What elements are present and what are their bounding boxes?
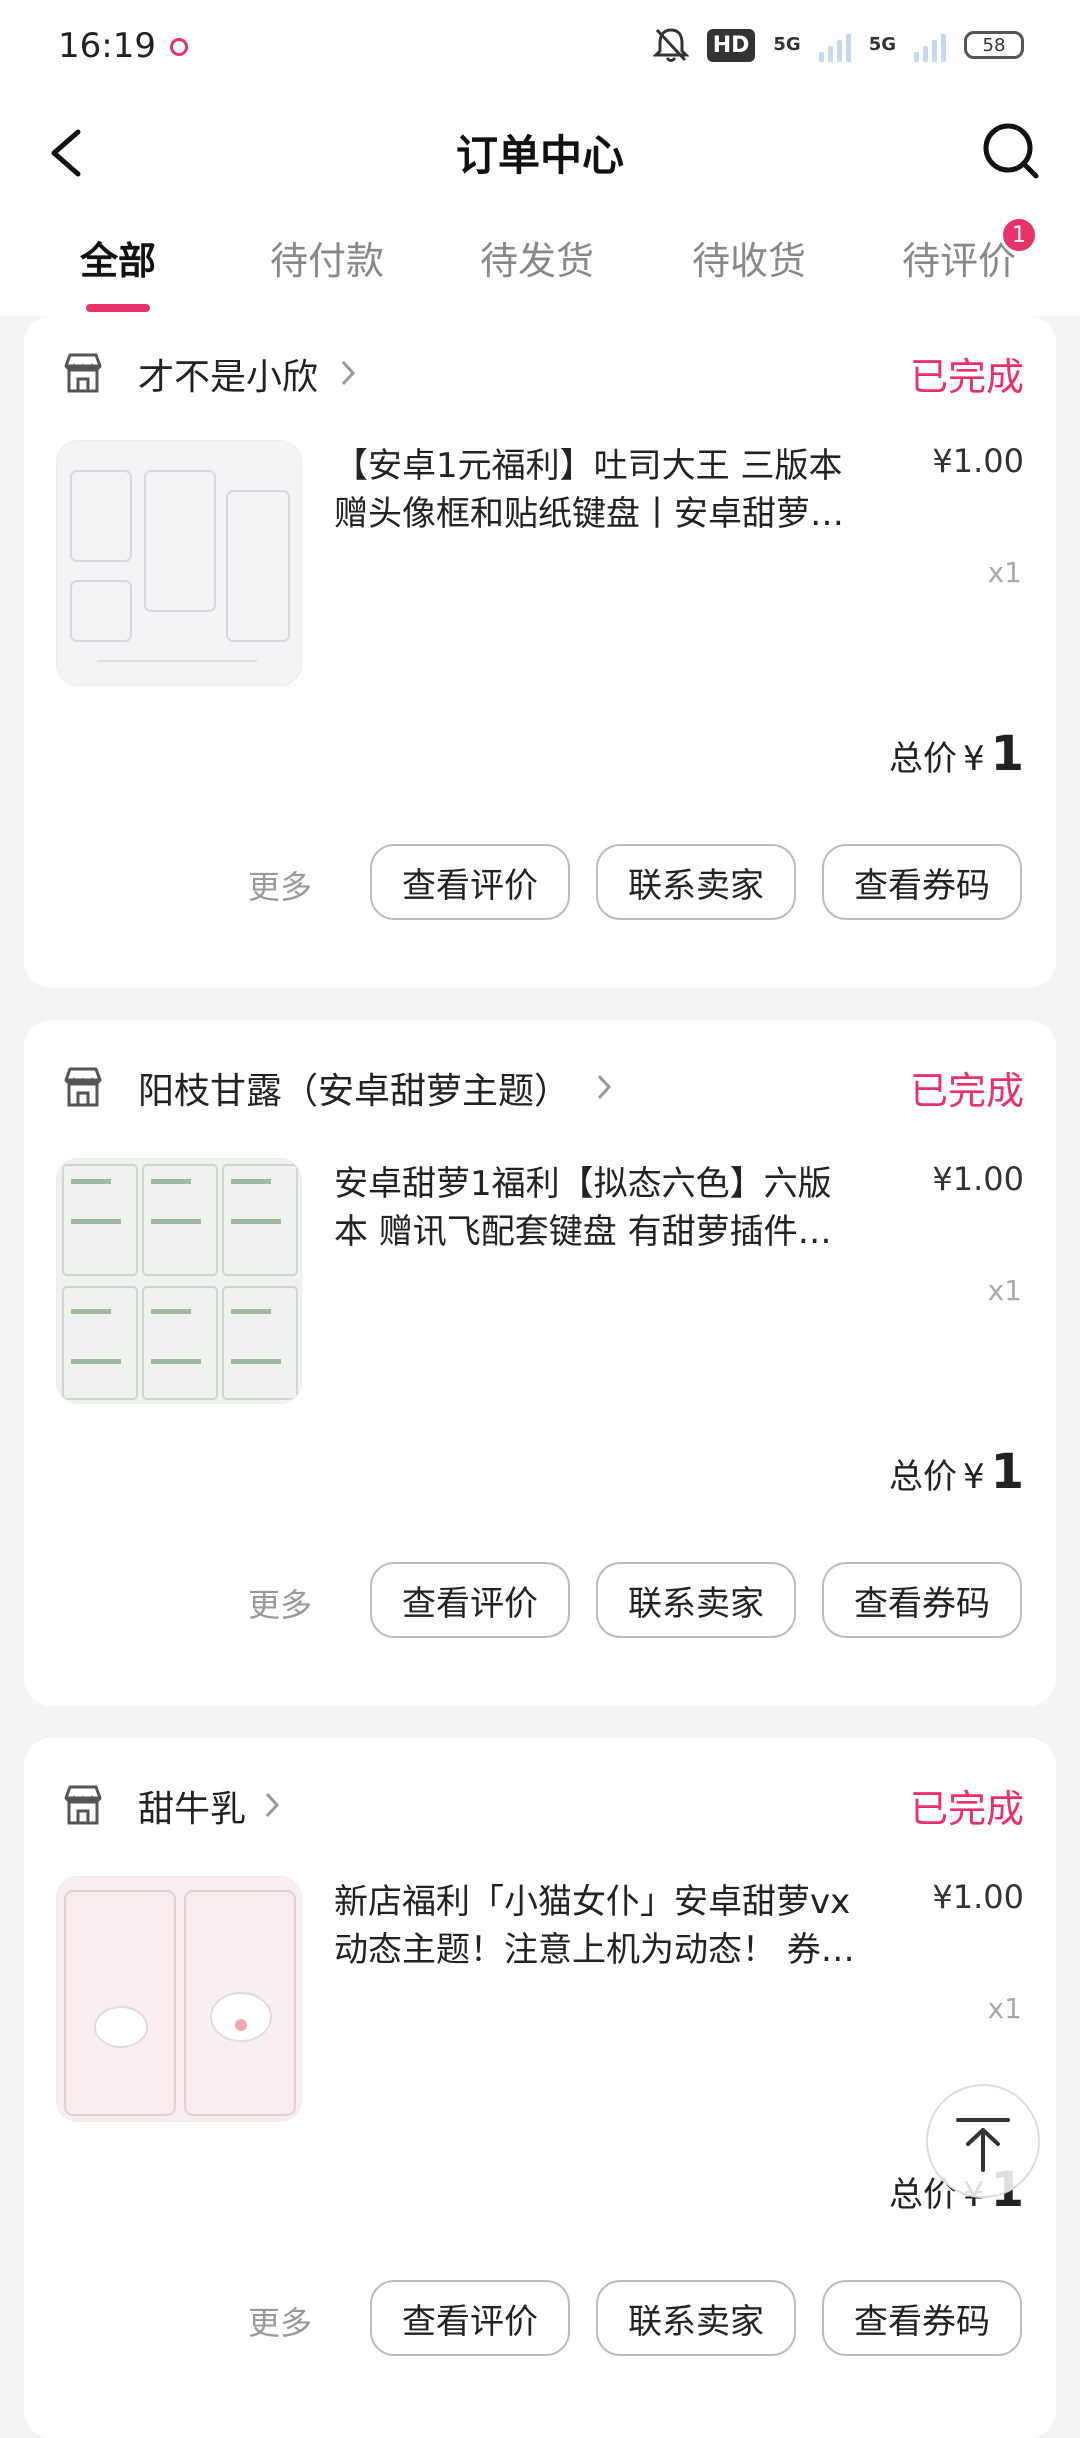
battery-level: 58 — [982, 34, 1006, 56]
total-amount: 1 — [990, 726, 1024, 782]
product-price: ¥1.00 — [932, 1160, 1024, 1198]
active-tab-indicator — [86, 304, 150, 312]
signal-icon-1 — [818, 28, 851, 62]
tab-pending-shipment[interactable]: 待发货 — [480, 230, 594, 285]
product-thumbnail[interactable] — [56, 440, 302, 686]
product-quantity: x1 — [987, 556, 1022, 589]
order-status: 已完成 — [909, 355, 1024, 399]
view-review-button[interactable]: 查看评价 — [370, 1562, 570, 1638]
view-review-button[interactable]: 查看评价 — [370, 844, 570, 920]
chevron-right-icon[interactable] — [338, 358, 358, 388]
arrow-up-icon — [956, 2118, 1010, 2172]
tab-pending-payment[interactable]: 待付款 — [270, 230, 384, 285]
battery-icon: 58 — [964, 31, 1024, 59]
shop-name[interactable]: 阳枝甘露（安卓甜萝主题） — [138, 1062, 570, 1114]
network-indicator-1: 5G — [773, 34, 801, 55]
tab-pending-review[interactable]: 待评价 — [902, 230, 1016, 285]
total-currency: ¥ — [962, 739, 985, 779]
shop-icon — [64, 353, 102, 393]
header: 订单中心 — [0, 96, 1080, 206]
shop-name[interactable]: 才不是小欣 — [138, 348, 318, 400]
product-title[interactable]: 新店福利「小猫女仆」安卓甜萝vx 动态主题！注意上机为动态！ 券… — [334, 1878, 864, 1974]
page-title: 订单中心 — [455, 131, 624, 180]
back-to-top-button[interactable] — [926, 2084, 1040, 2198]
tab-all[interactable]: 全部 — [80, 230, 156, 285]
order-status: 已完成 — [909, 1069, 1024, 1113]
order-total: 总价 ¥ 1 — [889, 1444, 1024, 1500]
view-coupon-code-button[interactable]: 查看券码 — [822, 2280, 1022, 2356]
order-card[interactable]: 甜牛乳 已完成 新店福利「小猫女仆」安卓甜萝vx 动态主题！注意上机为动态！ 券… — [24, 1738, 1056, 2438]
product-price: ¥1.00 — [932, 442, 1024, 480]
more-button[interactable]: 更多 — [248, 2298, 312, 2344]
order-tabs: 全部 待付款 待发货 待收货 待评价 1 — [0, 206, 1080, 316]
product-thumbnail[interactable] — [56, 1876, 302, 2122]
signal-icon-2 — [914, 28, 946, 62]
contact-seller-button[interactable]: 联系卖家 — [596, 2280, 796, 2356]
chevron-right-icon[interactable] — [262, 1790, 282, 1820]
pending-review-badge: 1 — [1000, 216, 1038, 254]
more-button[interactable]: 更多 — [248, 862, 312, 908]
total-amount: 1 — [990, 1444, 1024, 1500]
total-label: 总价 — [888, 1457, 957, 1497]
network-indicator-2: 5G — [868, 34, 896, 55]
product-price: ¥1.00 — [932, 1878, 1024, 1916]
bell-muted-icon — [652, 28, 689, 62]
shop-icon — [64, 1785, 102, 1825]
view-coupon-code-button[interactable]: 查看券码 — [822, 844, 1022, 920]
tab-pending-receipt[interactable]: 待收货 — [692, 230, 806, 285]
view-review-button[interactable]: 查看评价 — [370, 2280, 570, 2356]
order-total: 总价 ¥ 1 — [889, 726, 1024, 782]
total-label: 总价 — [888, 739, 957, 779]
order-status: 已完成 — [909, 1787, 1024, 1831]
contact-seller-button[interactable]: 联系卖家 — [596, 1562, 796, 1638]
order-card[interactable]: 阳枝甘露（安卓甜萝主题） 已完成 安卓甜萝1福利【拟态六色】六版本 赠讯飞配套键… — [24, 1020, 1056, 1706]
more-button[interactable]: 更多 — [248, 1580, 312, 1626]
hd-indicator: HD — [706, 28, 756, 62]
view-coupon-code-button[interactable]: 查看券码 — [822, 1562, 1022, 1638]
status-bar: 16:19 HD 5G 5G 58 — [0, 0, 1080, 96]
status-time: 16:19 — [58, 26, 156, 66]
contact-seller-button[interactable]: 联系卖家 — [596, 844, 796, 920]
shop-icon — [64, 1067, 102, 1107]
shop-name[interactable]: 甜牛乳 — [138, 1780, 246, 1832]
chevron-right-icon[interactable] — [594, 1072, 614, 1102]
status-icons: HD 5G 5G 58 — [652, 26, 1024, 64]
product-title[interactable]: 【安卓1元福利】吐司大王 三版本 赠头像框和贴纸键盘丨安卓甜萝… — [334, 442, 864, 538]
notification-dot-icon — [170, 38, 188, 56]
product-quantity: x1 — [987, 1992, 1022, 2025]
product-thumbnail[interactable] — [56, 1158, 302, 1404]
product-title[interactable]: 安卓甜萝1福利【拟态六色】六版本 赠讯飞配套键盘 有甜萝插件再下… — [334, 1160, 864, 1256]
order-card[interactable]: 才不是小欣 已完成 【安卓1元福利】吐司大王 三版本 赠头像框和贴纸键盘丨安卓甜… — [24, 316, 1056, 988]
total-currency: ¥ — [962, 1457, 985, 1497]
search-icon[interactable] — [980, 120, 1042, 182]
product-quantity: x1 — [987, 1274, 1022, 1307]
